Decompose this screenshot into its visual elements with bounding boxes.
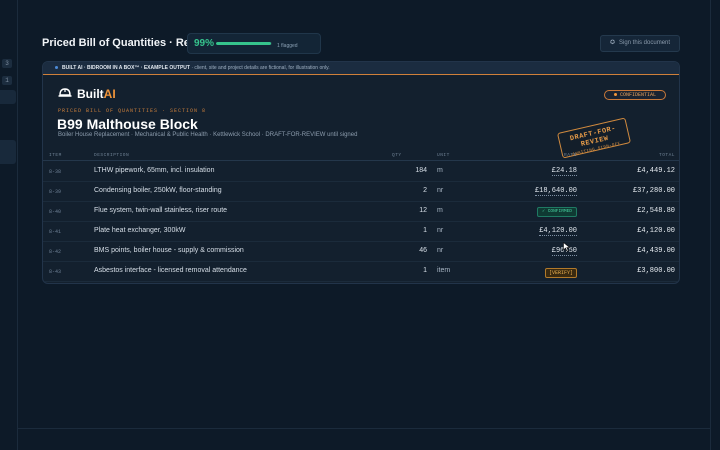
header-item: ITEM [49, 153, 62, 158]
progress-indicator: 99% 1 flagged [187, 33, 321, 54]
right-rail [710, 0, 720, 450]
progress-fill [216, 42, 272, 45]
mouse-cursor-icon [563, 242, 571, 252]
confidential-badge: CONFIDENTIAL [604, 90, 666, 100]
row-description: BMS points, boiler house - supply & comm… [94, 247, 244, 254]
brand-name-main: Built [77, 87, 104, 101]
progress-track [216, 42, 272, 45]
table-row[interactable]: 8-41 Plate heat exchanger, 300kW 1 nr £4,120… [43, 222, 679, 242]
table-row[interactable]: 8-38 LTHW pipework, 65mm, incl. insulatio… [43, 162, 679, 182]
document-preview: BUILT AI · BIDROOM IN A BOX™ · EXAMPLE O… [42, 61, 680, 284]
header-rate: RATE [564, 153, 577, 158]
verify-badge[interactable]: [VERIFY] [544, 268, 577, 278]
hardhat-logo-icon [58, 88, 72, 97]
table-row[interactable]: 8-40 Flue system, twin-wall stainless, ri… [43, 202, 679, 222]
row-total: £3,800.00 [637, 267, 675, 275]
row-qty: 184 [415, 167, 427, 174]
row-qty: 12 [419, 207, 427, 214]
progress-percent: 99% [194, 38, 215, 49]
row-description: Asbestos interface - licensed removal at… [94, 267, 247, 274]
bottom-divider [18, 428, 710, 429]
brand-name-accent: AI [103, 87, 116, 101]
row-description: Flue system, twin-wall stainless, riser … [94, 207, 228, 214]
seal-icon: ✪ [609, 40, 615, 46]
row-unit: nr [437, 187, 444, 194]
row-item-code: 8-41 [49, 229, 62, 235]
row-unit: m [437, 167, 443, 174]
example-banner: BUILT AI · BIDROOM IN A BOX™ · EXAMPLE O… [43, 62, 679, 75]
row-description: Plate heat exchanger, 300kW [94, 227, 186, 234]
table-header: ITEM DESCRIPTION QTY UNIT RATE TOTAL [43, 151, 679, 161]
brand-name: BuiltAI [77, 87, 116, 101]
header-total: TOTAL [659, 153, 676, 158]
banner-lead: BUILT AI · BIDROOM IN A BOX™ · EXAMPLE O… [62, 65, 190, 71]
row-rate[interactable]: £4,120.00 [539, 227, 577, 236]
row-unit: nr [437, 247, 444, 254]
header-unit: UNIT [437, 153, 450, 158]
row-total: £37,280.00 [632, 187, 675, 195]
header-qty: QTY [392, 153, 402, 158]
confirmed-badge[interactable]: ✓ CONFIRMED [537, 207, 577, 217]
row-total: £4,120.00 [637, 227, 675, 235]
banner-dot-icon [55, 66, 58, 70]
table-row[interactable]: 8-42 BMS points, boiler house - supply & … [43, 242, 679, 262]
row-item-code: 8-43 [49, 269, 62, 275]
row-unit: item [437, 267, 451, 274]
document-title: B99 Malthouse Block [57, 116, 198, 132]
row-qty: 1 [423, 227, 427, 234]
row-total: £4,439.00 [637, 247, 675, 255]
rail-badge[interactable]: 1 [2, 76, 12, 85]
row-item-code: 8-38 [49, 169, 62, 175]
badge-dot-icon [613, 93, 617, 97]
rail-badge[interactable]: 3 [2, 59, 12, 68]
row-qty: 2 [423, 187, 427, 194]
row-item-code: 8-39 [49, 189, 62, 195]
banner-note: · client, site and project details are f… [189, 65, 330, 71]
row-total: £2,548.80 [637, 207, 675, 215]
row-description: LTHW pipework, 65mm, incl. insulation [94, 167, 215, 174]
header-description: DESCRIPTION [94, 153, 130, 158]
row-item-code: 8-40 [49, 209, 62, 215]
row-rate[interactable]: £18,640.00 [534, 187, 577, 196]
row-qty: 46 [419, 247, 427, 254]
sign-button-label: Sign this document [619, 40, 671, 46]
sign-document-button[interactable]: ✪ Sign this document [600, 35, 680, 52]
section-kicker: PRICED BILL OF QUANTITIES · SECTION 8 [58, 108, 207, 114]
row-unit: m [437, 207, 443, 214]
row-rate[interactable]: £24.18 [551, 167, 577, 176]
row-qty: 1 [423, 267, 427, 274]
rail-nav-item[interactable] [0, 90, 16, 104]
document-subtitle: Boiler House Replacement · Mechanical & … [58, 132, 358, 138]
rail-nav-item[interactable] [0, 140, 16, 164]
row-item-code: 8-42 [49, 249, 62, 255]
table-row[interactable]: 8-39 Condensing boiler, 250kW, floor-stan… [43, 182, 679, 202]
flagged-count: 1 flagged [277, 43, 298, 49]
row-unit: nr [437, 227, 444, 234]
row-total: £4,449.12 [637, 167, 675, 175]
row-description: Condensing boiler, 250kW, floor-standing [94, 187, 222, 194]
left-rail: 3 1 [0, 0, 18, 450]
page-title: Priced Bill of Quantities · Rev 1 [42, 37, 206, 49]
confidential-label: CONFIDENTIAL [619, 92, 656, 98]
toolbar: Priced Bill of Quantities · Rev 1 99% 1 … [42, 33, 680, 54]
table-row[interactable]: 8-43 Asbestos interface - licensed remova… [43, 262, 679, 282]
